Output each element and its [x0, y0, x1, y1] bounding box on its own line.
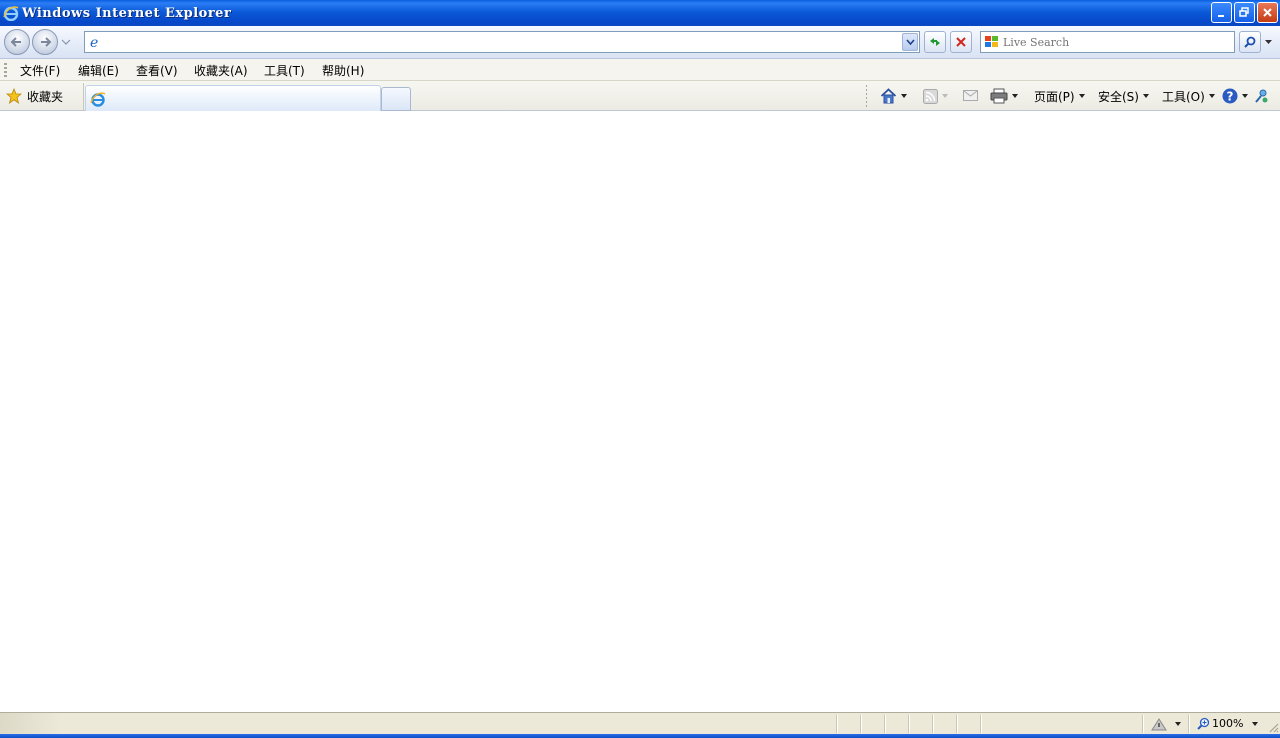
- ie-logo-icon: [3, 6, 19, 21]
- tab-current[interactable]: [85, 85, 381, 111]
- status-progress: [0, 713, 60, 734]
- stop-button[interactable]: [950, 31, 972, 53]
- status-divider: [836, 715, 837, 733]
- page-menu-button[interactable]: 页面(P): [1034, 87, 1085, 105]
- refresh-icon: [930, 38, 940, 46]
- menu-favorites[interactable]: 收藏夹(A): [194, 62, 248, 79]
- search-input[interactable]: [1003, 33, 1231, 51]
- menu-edit[interactable]: 编辑(E): [78, 62, 119, 79]
- search-options-button[interactable]: [1262, 31, 1274, 53]
- address-input[interactable]: [107, 33, 897, 51]
- help-icon: ?: [1222, 88, 1238, 104]
- stop-icon: [956, 37, 966, 47]
- title-bar[interactable]: Windows Internet Explorer: [0, 0, 1280, 26]
- forward-arrow-icon: [41, 37, 52, 47]
- menu-tools[interactable]: 工具(T): [264, 62, 305, 79]
- menu-file[interactable]: 文件(F): [20, 62, 60, 79]
- back-button[interactable]: [4, 29, 30, 55]
- forward-button[interactable]: [32, 29, 58, 55]
- address-dropdown-button[interactable]: [902, 33, 918, 51]
- recent-pages-dropdown-icon[interactable]: [61, 38, 71, 46]
- minimize-button[interactable]: [1211, 2, 1232, 23]
- close-window-button[interactable]: [1257, 2, 1278, 23]
- page-dropdown-caret: [1078, 94, 1085, 98]
- command-bar-grip[interactable]: [866, 85, 867, 107]
- home-button[interactable]: [880, 87, 907, 105]
- search-icon: [1244, 36, 1256, 48]
- mail-icon: [963, 90, 978, 101]
- menu-help[interactable]: 帮助(H): [322, 62, 364, 79]
- favorites-button[interactable]: 收藏夹: [27, 88, 63, 105]
- live-search-logo-icon: [985, 36, 998, 47]
- restore-button[interactable]: [1234, 2, 1255, 23]
- tools-dropdown-caret: [1208, 94, 1215, 98]
- chevron-down-icon: [1264, 39, 1272, 44]
- window-bottom-border: [0, 734, 1280, 738]
- research-button[interactable]: [1254, 87, 1270, 105]
- close-icon: [1263, 8, 1272, 17]
- help-dropdown-caret[interactable]: [1242, 94, 1248, 98]
- print-dropdown-caret[interactable]: [1012, 94, 1018, 98]
- status-divider: [932, 715, 933, 733]
- status-divider: [908, 715, 909, 733]
- safety-dropdown-caret: [1142, 94, 1149, 98]
- read-mail-button[interactable]: [963, 87, 978, 105]
- refresh-button[interactable]: [924, 31, 946, 53]
- favorites-star-icon[interactable]: [6, 88, 22, 104]
- menu-bar: 文件(F) 编辑(E) 查看(V) 收藏夹(A) 工具(T) 帮助(H): [0, 59, 1280, 81]
- safety-menu-label: 安全(S): [1098, 89, 1139, 104]
- search-go-button[interactable]: [1239, 31, 1261, 53]
- minimize-icon: [1218, 15, 1224, 17]
- page-ie-icon: e: [90, 35, 98, 50]
- status-divider: [1188, 715, 1189, 733]
- tools-menu-button[interactable]: 工具(O): [1162, 87, 1215, 105]
- new-tab-button[interactable]: [381, 87, 411, 111]
- status-bar: 100%: [0, 712, 1280, 734]
- tools-menu-label: 工具(O): [1162, 89, 1205, 104]
- search-box[interactable]: [980, 31, 1235, 53]
- status-divider: [956, 715, 957, 733]
- home-icon: [880, 88, 897, 104]
- feeds-button[interactable]: [923, 87, 948, 105]
- page-content[interactable]: [0, 111, 1280, 712]
- printer-icon: [990, 88, 1008, 104]
- address-bar[interactable]: e: [84, 31, 920, 53]
- restore-icon: [1239, 7, 1249, 17]
- back-arrow-icon: [10, 37, 21, 47]
- svg-text:?: ?: [1227, 90, 1234, 104]
- research-icon: [1255, 89, 1268, 103]
- address-toolbar: e: [0, 26, 1280, 59]
- status-divider: [884, 715, 885, 733]
- toolbar-divider: [83, 83, 84, 111]
- menu-view[interactable]: 查看(V): [136, 62, 178, 79]
- zone-dropdown-caret[interactable]: [1175, 722, 1181, 726]
- zoom-icon[interactable]: [1197, 717, 1210, 730]
- resize-grip-icon[interactable]: [1267, 721, 1279, 733]
- status-divider: [1142, 715, 1143, 733]
- svg-text:e: e: [90, 35, 98, 50]
- status-divider: [980, 715, 981, 733]
- zoom-dropdown-caret[interactable]: [1252, 722, 1258, 726]
- zoom-level[interactable]: 100%: [1212, 717, 1243, 730]
- window-title: Windows Internet Explorer: [22, 5, 232, 21]
- feeds-dropdown-caret[interactable]: [942, 94, 948, 98]
- status-divider: [860, 715, 861, 733]
- security-zone-icon[interactable]: [1150, 716, 1168, 732]
- help-button[interactable]: ?: [1222, 87, 1248, 105]
- chevron-down-icon: [905, 39, 915, 45]
- safety-menu-button[interactable]: 安全(S): [1098, 87, 1149, 105]
- toolbar-grip[interactable]: [4, 63, 7, 77]
- tab-ie-icon: [90, 92, 106, 107]
- page-menu-label: 页面(P): [1034, 89, 1075, 104]
- tab-toolbar: 收藏夹 页面(P) 安全(S) 工具(O) ?: [0, 81, 1280, 111]
- print-button[interactable]: [990, 87, 1018, 105]
- home-dropdown-caret[interactable]: [901, 94, 907, 98]
- window-controls: [1211, 2, 1278, 23]
- rss-feed-icon: [923, 88, 938, 104]
